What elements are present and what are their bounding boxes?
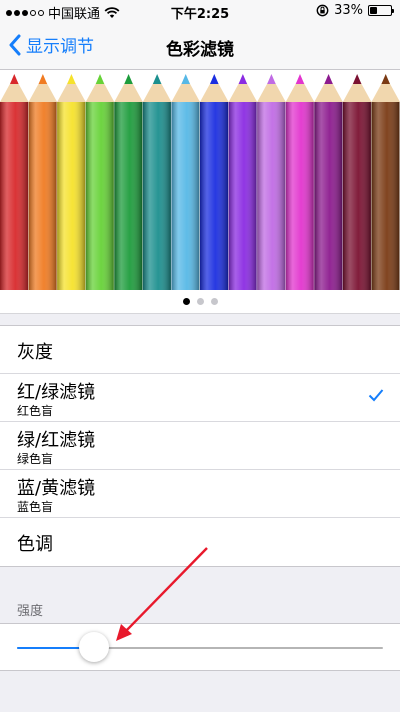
battery-icon	[368, 5, 394, 16]
filter-label: 蓝/黄滤镜	[17, 478, 96, 499]
filter-option[interactable]: 绿/红滤镜 绿色盲	[0, 422, 400, 470]
intensity-slider-thumb[interactable]	[78, 632, 109, 662]
pencil	[85, 74, 115, 290]
intensity-header: 强度	[17, 604, 44, 619]
filter-subtitle: 红色盲	[17, 404, 54, 418]
status-bar: 中国联通 下午2:25 33%	[0, 0, 400, 22]
checkmark-icon	[368, 389, 384, 402]
pencil	[57, 74, 86, 290]
filter-option[interactable]: 灰度	[0, 326, 400, 374]
filter-list: 灰度 红/绿滤镜 红色盲 绿/红滤镜 绿色盲 蓝/黄滤镜 蓝色盲 色调	[0, 325, 400, 567]
filter-option[interactable]: 红/绿滤镜 红色盲	[0, 374, 400, 422]
battery-percent: 33%	[334, 3, 363, 18]
filter-label: 绿/红滤镜	[17, 430, 96, 451]
intensity-slider-row	[0, 623, 400, 671]
filter-option[interactable]: 蓝/黄滤镜 蓝色盲	[0, 470, 400, 518]
pencil	[171, 74, 200, 290]
intensity-slider-track[interactable]	[17, 647, 383, 649]
pencil	[114, 74, 143, 290]
pencil	[200, 74, 229, 290]
filter-label: 色调	[17, 534, 53, 555]
colored-pencils-image	[0, 74, 400, 290]
page-dot[interactable]	[210, 298, 218, 305]
pencil	[371, 74, 400, 290]
filter-option[interactable]: 色调	[0, 518, 400, 566]
filter-subtitle: 绿色盲	[17, 452, 54, 466]
pencil	[285, 74, 315, 290]
battery-area: 33%	[316, 3, 394, 18]
page-title: 色彩滤镜	[166, 40, 234, 60]
filter-label: 红/绿滤镜	[17, 382, 96, 403]
pencil	[257, 74, 286, 290]
pencil	[142, 74, 172, 290]
page-dot[interactable]	[182, 298, 190, 305]
navigation-bar: 显示调节 色彩滤镜	[0, 22, 400, 70]
page-indicator[interactable]	[0, 290, 400, 314]
pencil	[228, 74, 258, 290]
pencil	[0, 74, 29, 290]
rotation-lock-icon	[316, 4, 329, 17]
pencil	[314, 74, 343, 290]
pencil	[28, 74, 58, 290]
page-dot[interactable]	[196, 298, 204, 305]
filter-subtitle: 蓝色盲	[17, 500, 54, 514]
pencil	[342, 74, 372, 290]
filter-label: 灰度	[17, 342, 53, 363]
color-preview-carousel[interactable]	[0, 70, 400, 290]
